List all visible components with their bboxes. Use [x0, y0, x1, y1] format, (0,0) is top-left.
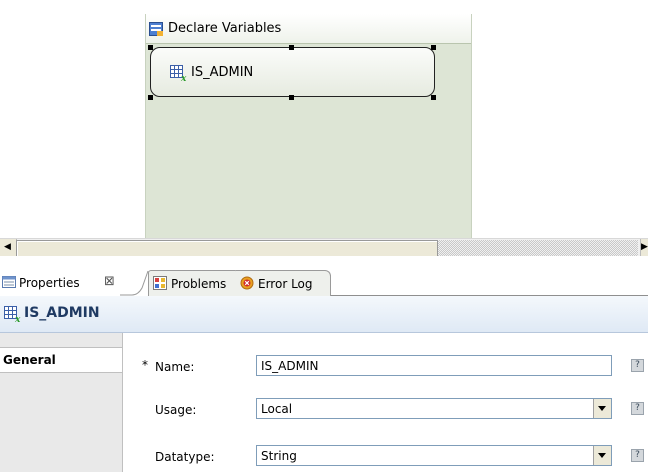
selection-handle[interactable]: [431, 45, 436, 50]
name-input[interactable]: IS_ADMIN: [256, 355, 612, 376]
datatype-select[interactable]: String: [256, 445, 612, 466]
selection-handle[interactable]: [289, 95, 294, 100]
help-icon[interactable]: ?: [631, 402, 644, 415]
dropdown-button[interactable]: [593, 446, 611, 465]
dropdown-button[interactable]: [593, 399, 611, 418]
name-label: Name:: [155, 360, 195, 374]
chevron-down-icon: [598, 406, 606, 411]
selection-handle[interactable]: [289, 45, 294, 50]
datatype-value: String: [261, 449, 297, 463]
help-icon[interactable]: ?: [631, 449, 644, 462]
scroll-track[interactable]: [438, 240, 638, 256]
property-section-list: General: [0, 333, 123, 472]
arrow-left-icon: ◀: [4, 242, 11, 252]
tab-properties[interactable]: Properties ⊠: [0, 270, 140, 295]
usage-value: Local: [261, 402, 293, 416]
svg-text:x: x: [14, 315, 21, 322]
horizontal-scrollbar[interactable]: ◀ ▶: [0, 238, 648, 257]
arrow-right-icon: ▶: [641, 242, 648, 252]
problems-icon: [153, 276, 167, 290]
variable-label: IS_ADMIN: [191, 65, 254, 80]
section-tab-general[interactable]: General: [0, 347, 122, 373]
declare-variables-container[interactable]: Declare Variables x IS_ADMIN: [145, 14, 472, 238]
tab-label: Problems: [171, 277, 227, 291]
usage-label: Usage:: [155, 403, 197, 417]
selection-handle[interactable]: [431, 95, 436, 100]
tab-label: Properties: [19, 276, 80, 290]
properties-header: x IS_ADMIN: [0, 296, 648, 333]
chevron-down-icon: [598, 453, 606, 458]
scroll-left-button[interactable]: ◀: [0, 239, 17, 257]
container-header: Declare Variables: [146, 14, 471, 44]
view-tab-bar: Properties ⊠ Problems Error Log: [0, 256, 648, 296]
error-log-icon: [240, 276, 254, 290]
selection-handle[interactable]: [148, 45, 153, 50]
section-label: General: [3, 353, 56, 367]
tab-problems[interactable]: Problems: [148, 270, 238, 296]
variable-table-icon: x: [170, 65, 187, 81]
container-title: Declare Variables: [168, 21, 282, 36]
diagram-canvas[interactable]: Declare Variables x IS_ADMIN: [0, 0, 648, 238]
selection-handle[interactable]: [148, 95, 153, 100]
properties-title: IS_ADMIN: [24, 305, 100, 321]
declare-variables-icon: [149, 22, 163, 36]
scroll-thumb[interactable]: [16, 240, 438, 257]
datatype-label: Datatype:: [155, 450, 215, 464]
variable-node[interactable]: x IS_ADMIN: [150, 47, 435, 97]
close-icon[interactable]: ⊠: [104, 274, 115, 289]
variable-table-icon: x: [4, 306, 21, 322]
usage-select[interactable]: Local: [256, 398, 612, 419]
tab-divider: [120, 270, 149, 296]
properties-icon: [2, 276, 16, 288]
required-marker: *: [142, 358, 148, 372]
tab-error-log[interactable]: Error Log: [236, 270, 331, 296]
svg-text:x: x: [180, 74, 187, 81]
name-value: IS_ADMIN: [261, 359, 319, 373]
scroll-right-button[interactable]: ▶: [640, 239, 648, 257]
help-icon[interactable]: ?: [631, 359, 644, 372]
tab-label: Error Log: [258, 277, 313, 291]
